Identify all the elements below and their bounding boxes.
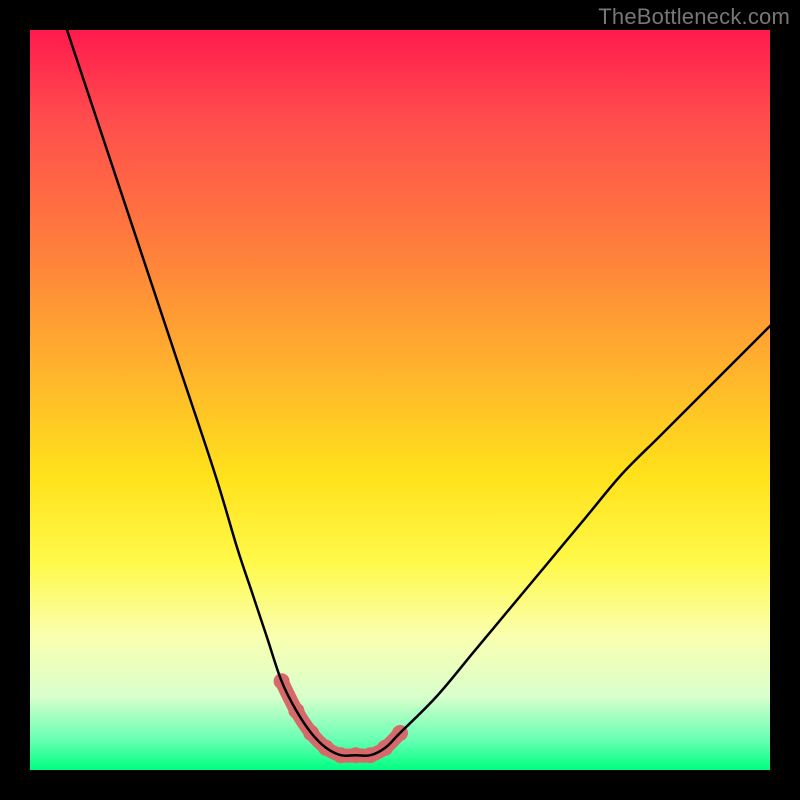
curve-layer	[30, 30, 770, 770]
plot-area	[30, 30, 770, 770]
bottleneck-curve	[67, 30, 770, 756]
watermark-text: TheBottleneck.com	[598, 4, 790, 30]
valley-dots	[274, 673, 408, 763]
chart-frame: TheBottleneck.com	[0, 0, 800, 800]
